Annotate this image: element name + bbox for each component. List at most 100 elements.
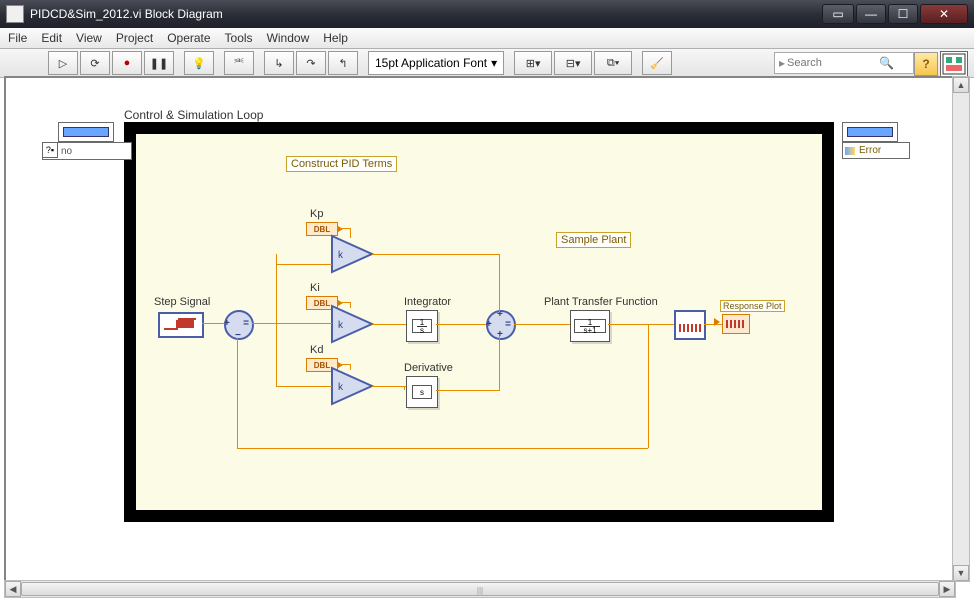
wire	[350, 302, 351, 308]
wire	[514, 324, 570, 325]
horizontal-scrollbar[interactable]: ◀ ||| ▶	[4, 580, 956, 598]
wire	[499, 336, 500, 391]
wire	[372, 254, 499, 255]
step-over-button[interactable]: ↷	[296, 51, 326, 75]
search-box[interactable]: ▸ 🔍	[774, 52, 914, 74]
highlight-exec-button[interactable]: 💡	[184, 51, 214, 75]
run-button[interactable]: ▷	[48, 51, 78, 75]
wire	[648, 324, 649, 448]
minimize-button[interactable]: —	[856, 4, 886, 24]
integrator-label: Integrator	[404, 296, 451, 308]
wire	[340, 364, 350, 365]
wire	[276, 254, 277, 386]
sum-error-node[interactable]: + − =	[224, 310, 254, 340]
gain-ki-node[interactable]: k	[330, 304, 376, 344]
menu-operate[interactable]: Operate	[167, 31, 210, 45]
menu-file[interactable]: File	[8, 31, 27, 45]
left-no-label: no	[61, 146, 72, 157]
wire	[276, 386, 332, 387]
window-buttons: ▭ — ☐ ✕	[822, 4, 968, 24]
wire	[340, 228, 350, 229]
plant-tf-node[interactable]: 1 s+1	[570, 310, 610, 342]
sim-graph-node[interactable]	[674, 310, 706, 340]
menu-edit[interactable]: Edit	[41, 31, 62, 45]
left-question-terminal[interactable]: ?▪	[42, 142, 58, 158]
wire	[372, 386, 406, 387]
scroll-down-button[interactable]: ▼	[953, 565, 969, 581]
scroll-right-button[interactable]: ▶	[939, 581, 955, 597]
vertical-scrollbar[interactable]: ▲ ▼	[952, 76, 970, 582]
connector-pane-icon[interactable]	[940, 51, 968, 77]
toolbar: ▷ ⟳ ● ❚❚ 💡 ⎃ ↳ ↷ ↰ 15pt Application Font…	[0, 49, 974, 78]
reorder-button[interactable]: ⧉▾	[594, 51, 632, 75]
cleanup-button[interactable]: 🧹	[642, 51, 672, 75]
search-input[interactable]	[785, 56, 879, 70]
gain-kd-node[interactable]: k	[330, 366, 376, 406]
integrator-node[interactable]: 1 s	[406, 310, 438, 342]
error-label: Error	[859, 145, 881, 156]
step-out-button[interactable]: ↰	[328, 51, 358, 75]
block-diagram-canvas[interactable]: Control & Simulation Loop no ?▪ Error	[6, 78, 946, 548]
derivative-node[interactable]: s	[406, 376, 438, 408]
gain-kp-node[interactable]: k	[330, 234, 376, 274]
wire	[202, 323, 224, 324]
response-plot-label: Response Plot	[720, 300, 785, 312]
wire	[276, 264, 332, 265]
scroll-up-button[interactable]: ▲	[953, 77, 969, 93]
wire	[340, 302, 350, 303]
wire	[350, 228, 351, 238]
wire	[372, 324, 406, 325]
help-button[interactable]: ?	[914, 52, 938, 76]
app-icon	[6, 5, 24, 23]
kd-label: Kd	[310, 344, 323, 356]
distribute-button[interactable]: ⊟▾	[554, 51, 592, 75]
menu-project[interactable]: Project	[116, 31, 153, 45]
wire	[276, 323, 332, 324]
step-into-button[interactable]: ↳	[264, 51, 294, 75]
wire	[499, 254, 500, 312]
window-button-aux[interactable]: ▭	[822, 4, 854, 24]
pause-button[interactable]: ❚❚	[144, 51, 174, 75]
sum-pid-node[interactable]: + + + =	[486, 310, 516, 340]
canvas-scroll[interactable]: Control & Simulation Loop no ?▪ Error	[6, 78, 968, 580]
left-param-terminal[interactable]	[58, 122, 114, 142]
step-label: Step Signal	[154, 296, 210, 308]
font-selector[interactable]: 15pt Application Font▾	[368, 51, 504, 75]
client-area: Control & Simulation Loop no ?▪ Error	[4, 76, 970, 582]
align-button[interactable]: ⊞▾	[514, 51, 552, 75]
plant-tf-label: Plant Transfer Function	[544, 296, 658, 308]
window-title: PIDCD&Sim_2012.vi Block Diagram	[30, 7, 822, 21]
retain-wire-button[interactable]: ⎃	[224, 51, 254, 75]
wire	[648, 324, 674, 325]
abort-button[interactable]: ●	[112, 51, 142, 75]
wire	[252, 323, 276, 324]
ki-label: Ki	[310, 282, 320, 294]
titlebar: PIDCD&Sim_2012.vi Block Diagram ▭ — ☐ ✕	[0, 0, 974, 28]
response-plot-indicator[interactable]	[722, 314, 750, 334]
wire	[350, 364, 351, 370]
chevron-down-icon: ▾	[491, 56, 497, 70]
comment-plant: Sample Plant	[556, 232, 631, 248]
error-terminal[interactable]: Error	[842, 142, 910, 159]
menu-tools[interactable]: Tools	[225, 31, 253, 45]
maximize-button[interactable]: ☐	[888, 4, 918, 24]
menu-window[interactable]: Window	[267, 31, 310, 45]
menubar: File Edit View Project Operate Tools Win…	[0, 28, 974, 49]
scroll-thumb[interactable]: |||	[21, 582, 939, 596]
sim-loop-label: Control & Simulation Loop	[124, 108, 263, 122]
wire	[704, 324, 722, 325]
menu-view[interactable]: View	[76, 31, 102, 45]
step-signal-node[interactable]	[158, 312, 204, 338]
search-icon: 🔍	[879, 56, 894, 70]
derivative-label: Derivative	[404, 362, 453, 374]
wire	[436, 390, 499, 391]
menu-help[interactable]: Help	[323, 31, 348, 45]
comment-pid: Construct PID Terms	[286, 156, 397, 172]
run-continuous-button[interactable]: ⟳	[80, 51, 110, 75]
close-button[interactable]: ✕	[920, 4, 968, 24]
wire	[237, 448, 648, 449]
wire	[237, 338, 238, 448]
scroll-left-button[interactable]: ◀	[5, 581, 21, 597]
right-param-terminal[interactable]	[842, 122, 898, 142]
wire	[436, 324, 486, 325]
